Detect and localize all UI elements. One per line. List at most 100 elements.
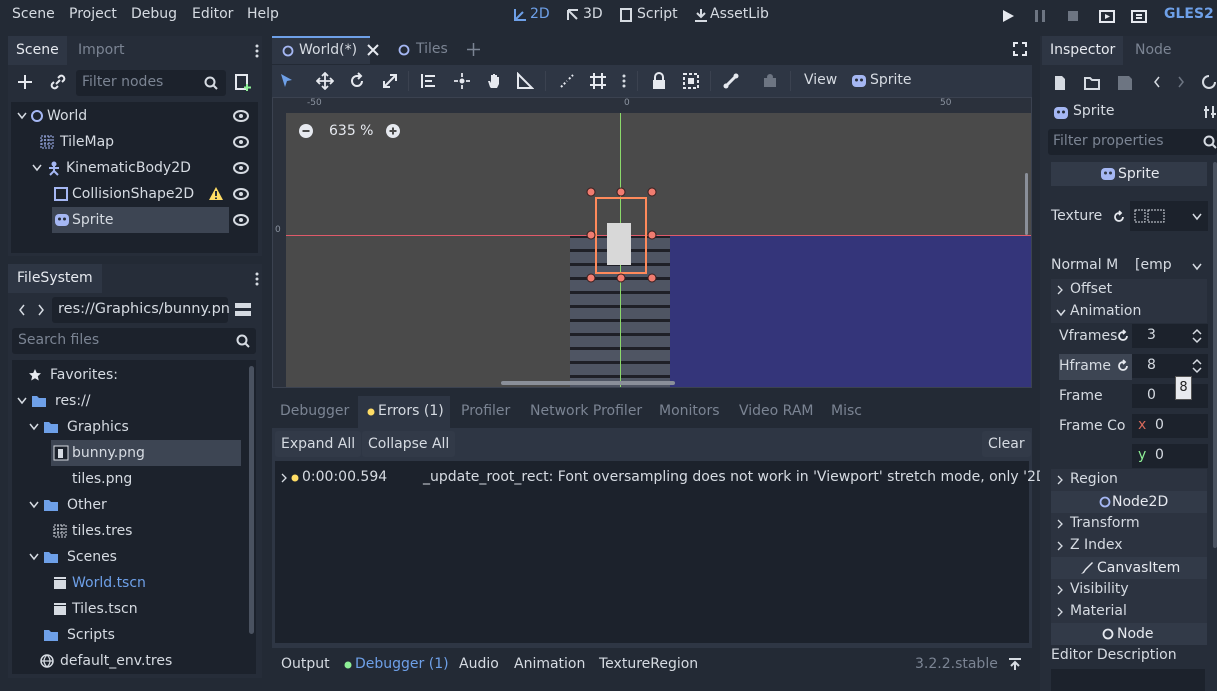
add-node-icon[interactable]	[17, 74, 33, 90]
list-select-icon[interactable]	[420, 72, 438, 90]
chevron-down-icon[interactable]	[17, 397, 27, 405]
debugger-tab[interactable]: Debugger (1)	[355, 656, 449, 672]
audio-tab[interactable]: Audio	[459, 656, 499, 672]
error-row[interactable]: 0:00:00.594 _update_root_rect: Font over…	[280, 468, 1055, 488]
pan-hand-icon[interactable]	[485, 72, 503, 90]
tab-scene[interactable]: Scene	[8, 36, 67, 65]
transform-section[interactable]: Transform	[1051, 513, 1207, 535]
chevron-down-icon[interactable]	[17, 112, 27, 120]
tab-inspector[interactable]: Inspector	[1042, 36, 1124, 65]
filter-properties-input[interactable]: Filter properties	[1048, 129, 1217, 155]
frame-spinbox[interactable]: 0	[1132, 384, 1208, 408]
grid-snap-icon[interactable]	[589, 72, 607, 90]
smart-snap-icon[interactable]	[558, 72, 576, 90]
menu-project[interactable]: Project	[69, 6, 117, 22]
play-icon[interactable]	[1001, 9, 1015, 23]
tab-import[interactable]: Import	[72, 36, 130, 65]
tab-node[interactable]: Node	[1126, 36, 1181, 65]
group-icon[interactable]	[682, 72, 700, 90]
spin-arrows-icon[interactable]	[1192, 358, 1202, 374]
collapse-all-button[interactable]: Collapse All	[362, 431, 456, 457]
menu-editor[interactable]: Editor	[192, 6, 233, 22]
revert-icon[interactable]	[1112, 210, 1126, 224]
visibility-eye-icon[interactable]	[233, 161, 249, 175]
expand-all-button[interactable]: Expand All	[275, 431, 362, 457]
instance-link-icon[interactable]	[50, 74, 66, 90]
menu-scene[interactable]: Scene	[12, 6, 55, 22]
frame-coords-x-field[interactable]: x 0	[1132, 414, 1208, 438]
revert-icon[interactable]	[1116, 329, 1130, 343]
zoom-out-icon[interactable]	[299, 124, 313, 138]
zoom-in-icon[interactable]	[386, 124, 400, 138]
snap-options-icon[interactable]	[622, 73, 626, 89]
select-tool-icon[interactable]	[278, 72, 296, 90]
chevron-right-icon[interactable]	[281, 473, 287, 483]
sprite-menu[interactable]: Sprite	[870, 72, 912, 88]
output-tab[interactable]: Output	[281, 656, 330, 672]
distraction-free-icon[interactable]	[1013, 42, 1027, 56]
viewport-vscrollbar[interactable]	[1025, 173, 1028, 235]
object-properties-icon[interactable]	[1203, 105, 1217, 119]
menu-debug[interactable]: Debug	[131, 6, 177, 22]
close-icon[interactable]	[367, 44, 379, 56]
clear-button[interactable]: Clear	[982, 431, 1031, 457]
visibility-section[interactable]: Visibility	[1051, 579, 1207, 601]
play-custom-scene-icon[interactable]	[1131, 8, 1147, 24]
offset-section[interactable]: Offset	[1051, 279, 1207, 301]
editor-description-field[interactable]	[1051, 669, 1205, 691]
file-bunny-png[interactable]: bunny.png	[51, 440, 241, 466]
animation-tab[interactable]: Animation	[514, 656, 585, 672]
ruler-tool-icon[interactable]	[516, 72, 534, 90]
hframes-spinbox[interactable]: 8	[1132, 354, 1208, 378]
move-tool-icon[interactable]	[316, 72, 334, 90]
attach-script-icon[interactable]	[234, 74, 252, 92]
scale-tool-icon[interactable]	[381, 72, 399, 90]
inspector-scrollbar[interactable]	[1213, 162, 1217, 548]
filter-nodes-input[interactable]: Filter nodes	[76, 70, 226, 96]
dock-menu-icon[interactable]	[255, 271, 259, 287]
stop-icon[interactable]	[1066, 9, 1080, 23]
tab-video-ram[interactable]: Video RAM	[739, 403, 814, 419]
history-icon[interactable]	[1201, 75, 1217, 89]
chevron-down-icon[interactable]	[32, 164, 42, 172]
forward-arrow-icon[interactable]	[37, 304, 45, 316]
canvas-viewport[interactable]: -50 0 50 0 635 %	[272, 97, 1032, 388]
tab-profiler[interactable]: Profiler	[461, 403, 510, 419]
back-arrow-icon[interactable]	[18, 304, 26, 316]
back-arrow-icon[interactable]	[1153, 76, 1161, 88]
zindex-section[interactable]: Z Index	[1051, 535, 1207, 557]
play-scene-icon[interactable]	[1099, 8, 1115, 24]
frame-coords-y-field[interactable]: y 0	[1132, 444, 1208, 468]
pivot-tool-icon[interactable]	[453, 72, 471, 90]
search-files-input[interactable]: Search files	[12, 328, 256, 354]
rotate-tool-icon[interactable]	[348, 72, 366, 90]
split-view-icon[interactable]	[234, 302, 252, 318]
normal-map-picker[interactable]: [emp	[1130, 254, 1208, 278]
file-tree-scrollbar[interactable]	[249, 366, 254, 634]
load-folder-icon[interactable]	[1084, 75, 1100, 91]
tab-network-profiler[interactable]: Network Profiler	[530, 403, 642, 419]
visibility-eye-icon[interactable]	[233, 213, 249, 227]
region-section[interactable]: Region	[1051, 469, 1207, 491]
save-icon[interactable]	[1117, 75, 1133, 91]
chevron-down-icon[interactable]	[1192, 263, 1202, 271]
tab-world-scene[interactable]: World(*)	[272, 36, 370, 64]
chevron-down-icon[interactable]	[29, 423, 39, 431]
zoom-level[interactable]: 635 %	[329, 123, 373, 139]
texture-region-tab[interactable]: TextureRegion	[599, 656, 698, 672]
revert-icon[interactable]	[1116, 359, 1130, 373]
dock-menu-icon[interactable]	[255, 43, 259, 59]
warning-icon[interactable]	[208, 186, 224, 201]
menu-help[interactable]: Help	[247, 6, 279, 22]
visibility-eye-icon[interactable]	[233, 187, 249, 201]
new-resource-icon[interactable]	[1053, 75, 1067, 91]
chevron-down-icon[interactable]	[1192, 213, 1202, 221]
spin-arrows-icon[interactable]	[1192, 328, 1202, 344]
tab-debugger[interactable]: Debugger	[280, 403, 349, 419]
add-tab-icon[interactable]	[466, 42, 481, 57]
skeleton-bone-icon[interactable]	[722, 72, 740, 90]
vframes-spinbox[interactable]: 3	[1132, 324, 1208, 348]
tab-misc[interactable]: Misc	[831, 403, 862, 419]
lock-icon[interactable]	[650, 72, 668, 90]
renderer-select[interactable]: GLES2	[1164, 6, 1214, 22]
